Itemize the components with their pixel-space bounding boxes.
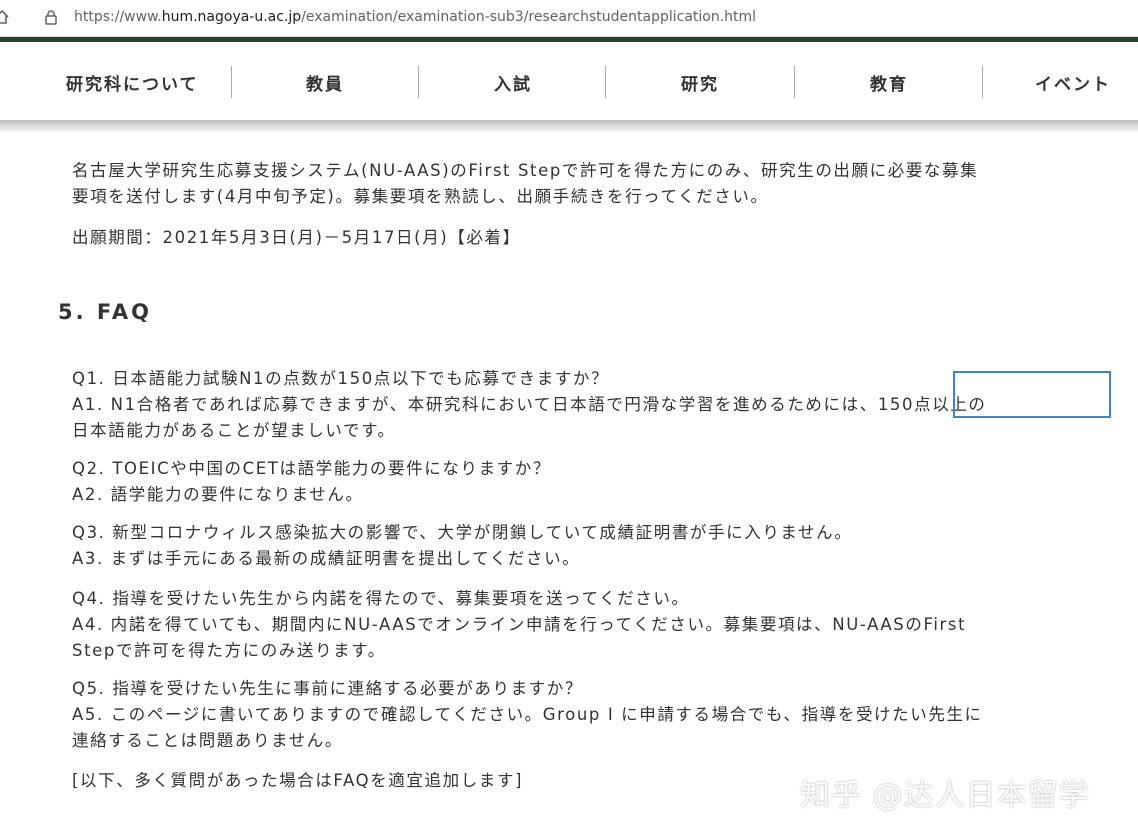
url-scheme: https://www.	[74, 9, 162, 25]
nav-separator	[794, 66, 795, 98]
nav-item-education[interactable]: 教育	[870, 70, 908, 95]
nav-separator	[982, 66, 983, 98]
watermark: 知乎 @达人日本留学	[800, 778, 1090, 813]
application-period: 出願期間：2021年5月3日(月)－5月17日(月)【必着】	[72, 228, 521, 247]
nav-item-admissions[interactable]: 入試	[494, 70, 532, 95]
faq-answer: A4. 内諾を得ていても、期間内にNU-AASでオンライン申請を行ってください。…	[72, 615, 967, 634]
url-text[interactable]: https://www.hum.nagoya-u.ac.jp/examinati…	[74, 9, 756, 25]
intro-text: 名古屋大学研究生応募支援システム(NU-AAS)のFirst Stepで許可を得…	[72, 158, 978, 210]
nav-separator	[418, 66, 419, 98]
nav-item-about[interactable]: 研究科について	[66, 70, 199, 95]
highlight-box	[953, 371, 1111, 418]
nav-separator	[231, 66, 232, 98]
intro-line: 名古屋大学研究生応募支援システム(NU-AAS)のFirst Stepで許可を得…	[72, 161, 979, 180]
main-nav: 研究科について 教員 入試 研究 教育 イベント	[0, 42, 1138, 120]
home-icon[interactable]	[0, 9, 10, 25]
lock-icon[interactable]	[44, 9, 58, 25]
nav-item-faculty[interactable]: 教員	[306, 70, 344, 95]
url-path: /examination/examination-sub3/researchst…	[301, 9, 757, 25]
nav-shadow	[0, 120, 1138, 134]
faq-answer: A1. N1合格者であれば応募できますが、本研究科において日本語で円滑な学習を進…	[72, 395, 987, 414]
faq-question: Q1. 日本語能力試験N1の点数が150点以下でも応募できますか？	[72, 369, 610, 388]
faq-question: Q2. TOEICや中国のCETは語学能力の要件になりますか？	[72, 459, 551, 478]
faq-question: Q3. 新型コロナウィルス感染拡大の影響で、大学が閉鎖していて成績証明書が手に入…	[72, 523, 853, 542]
intro-line: 要項を送付します(4月中旬予定)。募集要項を熟読し、出願手続きを行ってください。	[72, 187, 769, 206]
faq-answer: A5. このページに書いてありますので確認してください。Group I に申請す…	[72, 705, 983, 724]
faq-item: Q1. 日本語能力試験N1の点数が150点以下でも応募できますか？ A1. N1…	[72, 366, 1102, 444]
faq-item: Q2. TOEICや中国のCETは語学能力の要件になりますか？ A2. 語学能力…	[72, 456, 1102, 508]
nav-separator	[605, 66, 606, 98]
faq-footnote: [以下、多く質問があった場合はFAQを適宜追加します]	[72, 771, 524, 790]
faq-answer: 連絡することは問題ありません。	[72, 731, 344, 750]
url-host: hum.nagoya-u.ac.jp	[161, 9, 302, 25]
faq-answer: 日本語能力があることが望ましいです。	[72, 421, 396, 440]
faq-answer: A3. まずは手元にある最新の成績証明書を提出してください。	[72, 549, 581, 568]
nav-item-events[interactable]: イベント	[1035, 70, 1111, 95]
nav-item-research[interactable]: 研究	[681, 70, 719, 95]
faq-question: Q5. 指導を受けたい先生に事前に連絡する必要がありますか？	[72, 679, 583, 698]
faq-question: Q4. 指導を受けたい先生から内諾を得たので、募集要項を送ってください。	[72, 589, 690, 608]
faq-answer: A2. 語学能力の要件になりません。	[72, 485, 364, 504]
faq-answer: Stepで許可を得た方にのみ送ります。	[72, 641, 386, 660]
faq-item: Q3. 新型コロナウィルス感染拡大の影響で、大学が閉鎖していて成績証明書が手に入…	[72, 520, 1102, 572]
faq-item: Q4. 指導を受けたい先生から内諾を得たので、募集要項を送ってください。 A4.…	[72, 586, 1102, 664]
faq-heading: 5. FAQ	[58, 300, 152, 324]
address-bar[interactable]: https://www.hum.nagoya-u.ac.jp/examinati…	[0, 0, 1138, 37]
faq-item: Q5. 指導を受けたい先生に事前に連絡する必要がありますか？ A5. このページ…	[72, 676, 1102, 754]
